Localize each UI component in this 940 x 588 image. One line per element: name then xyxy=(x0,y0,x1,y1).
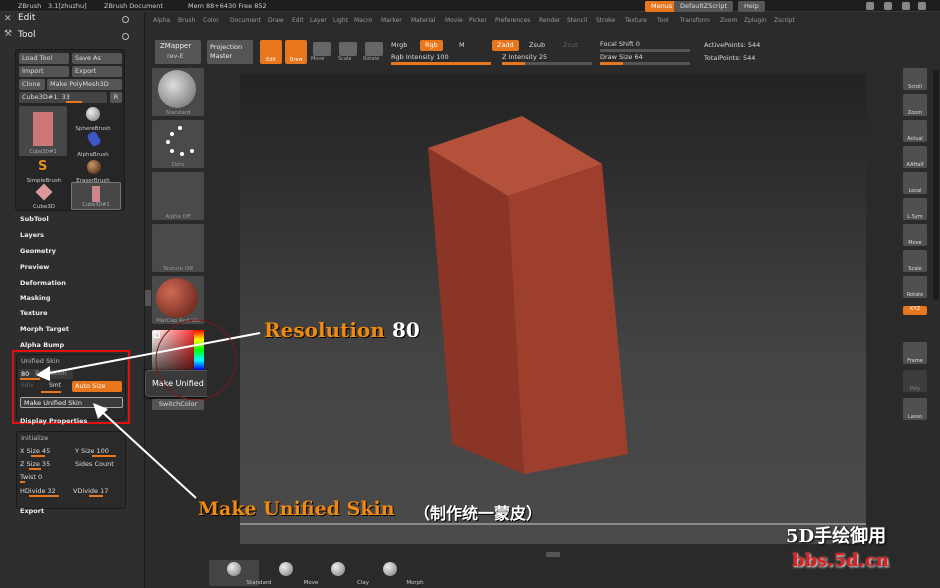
make-skin-arrow xyxy=(99,409,197,499)
annotation-make-skin-cn: （制作统一蒙皮） xyxy=(414,504,543,523)
annotation-make-skin: Make Unified Skin xyxy=(198,498,395,520)
watermark-url: bbs.5d.cn xyxy=(792,550,889,571)
resolution-arrow xyxy=(43,332,261,375)
watermark-title: 5D手绘御用 xyxy=(786,526,887,547)
highlight-ring xyxy=(155,319,237,401)
annotation-resolution-value: 80 xyxy=(392,318,420,342)
resolution-arrowhead-icon xyxy=(36,366,50,381)
annotation-resolution: Resolution xyxy=(264,318,385,342)
